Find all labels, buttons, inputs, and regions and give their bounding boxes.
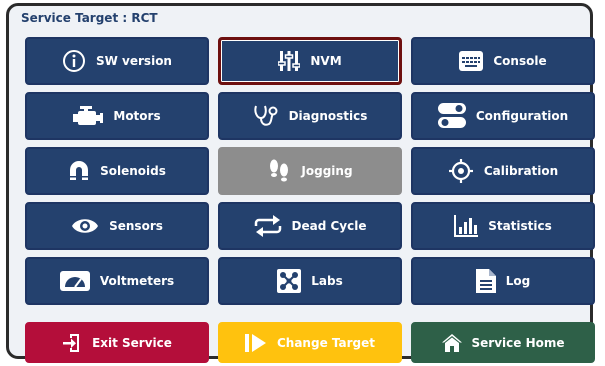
skip-icon (244, 333, 267, 353)
document-icon (475, 269, 496, 293)
diagnostics-button[interactable]: Diagnostics (218, 92, 402, 140)
keyboard-icon (459, 51, 484, 71)
configuration-button[interactable]: Configuration (411, 92, 595, 140)
diagnostics-label: Diagnostics (288, 109, 368, 123)
sliders-icon (278, 50, 301, 72)
engine-icon (73, 105, 104, 127)
exit-service-button[interactable]: Exit Service (25, 322, 209, 363)
log-label: Log (505, 274, 531, 288)
sw-version-button[interactable]: SW version (25, 37, 209, 85)
log-button[interactable]: Log (411, 257, 595, 305)
motors-button[interactable]: Motors (25, 92, 209, 140)
magnet-icon (68, 160, 90, 182)
exit-service-label: Exit Service (92, 335, 172, 350)
stethoscope-icon (253, 104, 279, 128)
motors-label: Motors (113, 109, 161, 123)
solenoids-label: Solenoids (100, 164, 166, 178)
nvm-label: NVM (310, 54, 342, 68)
sensors-label: Sensors (109, 219, 163, 233)
jogging-label: Jogging (301, 164, 353, 178)
service-home-button[interactable]: Service Home (411, 322, 595, 363)
configuration-label: Configuration (475, 109, 569, 123)
toggles-icon (437, 102, 466, 130)
statistics-label: Statistics (488, 219, 552, 233)
voltmeters-button[interactable]: Voltmeters (25, 257, 209, 305)
labs-label: Labs (311, 274, 343, 288)
jogging-button[interactable]: Jogging (218, 147, 402, 195)
page-title: Service Target : RCT (21, 11, 158, 25)
change-target-button[interactable]: Change Target (218, 322, 402, 363)
console-button[interactable]: Console (411, 37, 595, 85)
bar-chart-icon (454, 215, 479, 237)
gauge-icon (59, 271, 90, 291)
sensors-button[interactable]: Sensors (25, 202, 209, 250)
statistics-button[interactable]: Statistics (411, 202, 595, 250)
home-icon (441, 333, 462, 352)
dead-cycle-label: Dead Cycle (291, 219, 367, 233)
service-home-label: Service Home (471, 335, 565, 350)
labs-button[interactable]: Labs (218, 257, 402, 305)
calibration-button[interactable]: Calibration (411, 147, 595, 195)
calibration-label: Calibration (483, 164, 559, 178)
eye-icon (71, 217, 99, 235)
dead-cycle-button[interactable]: Dead Cycle (218, 202, 402, 250)
cycle-arrows-icon (254, 215, 282, 237)
labs-icon (277, 269, 302, 293)
solenoids-button[interactable]: Solenoids (25, 147, 209, 195)
change-target-label: Change Target (276, 335, 375, 350)
console-label: Console (493, 54, 547, 68)
voltmeters-label: Voltmeters (99, 274, 175, 288)
info-icon (62, 49, 86, 73)
exit-icon (62, 333, 82, 353)
footprints-icon (267, 158, 291, 184)
sw-version-label: SW version (96, 54, 172, 68)
crosshair-icon (448, 158, 474, 184)
nvm-button[interactable]: NVM (218, 37, 402, 85)
